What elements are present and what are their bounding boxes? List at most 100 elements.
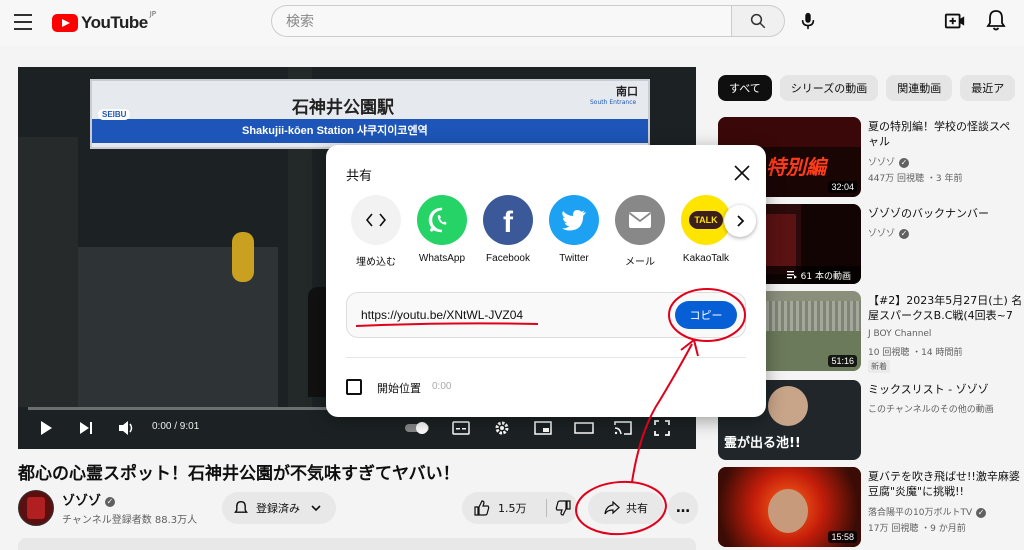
recommendation-channel[interactable]: ゾゾゾ bbox=[868, 229, 895, 239]
verified-icon: ✓ bbox=[976, 507, 987, 518]
share-targets-next-button[interactable] bbox=[724, 205, 756, 237]
notifications-button[interactable] bbox=[986, 9, 1010, 33]
miniplayer-button[interactable] bbox=[534, 415, 552, 441]
channel-avatar[interactable] bbox=[18, 490, 54, 526]
youtube-play-icon bbox=[52, 14, 78, 32]
share-url-box: https://youtu.be/XNtWL-JVZ04 コピー bbox=[346, 292, 746, 338]
settings-button[interactable] bbox=[494, 415, 510, 441]
chevron-right-icon bbox=[737, 215, 745, 227]
recommendation-channel[interactable]: 落合陽平の10万ボルトTV bbox=[868, 508, 972, 518]
video-duration: 15:58 bbox=[828, 531, 857, 543]
twitter-icon bbox=[549, 195, 599, 245]
share-target-twitter[interactable]: Twitter bbox=[544, 195, 604, 264]
search-icon bbox=[750, 13, 766, 29]
start-at-time[interactable]: 0:00 bbox=[432, 381, 451, 392]
recommendation-title[interactable]: ゾゾゾのバックナンバー bbox=[868, 206, 1024, 221]
play-icon bbox=[41, 421, 52, 435]
share-target-label: Facebook bbox=[486, 253, 530, 264]
close-button[interactable] bbox=[732, 163, 752, 183]
share-target-embed[interactable]: 埋め込む bbox=[346, 195, 406, 268]
recommendation-meta: 17万 回視聴 ・9 か月前 bbox=[868, 524, 966, 534]
recommendation-channel[interactable]: J BOY Channel bbox=[868, 329, 931, 339]
recommendation-title[interactable]: 【#2】2023年5月27日(土) 名屋スパークスB.C戦(4回表~7 bbox=[868, 293, 1024, 323]
recommendation-title[interactable]: ミックスリスト - ゾゾゾ bbox=[868, 382, 1024, 397]
subtitles-icon bbox=[452, 421, 470, 435]
youtube-logo[interactable]: YouTube JP bbox=[52, 10, 156, 34]
bell-icon bbox=[986, 10, 1006, 31]
chip-related[interactable]: 関連動画 bbox=[886, 75, 953, 101]
volume-button[interactable] bbox=[118, 415, 136, 441]
search-button[interactable] bbox=[731, 5, 785, 37]
chevron-down-icon bbox=[311, 505, 321, 512]
playlist-count-text: 61 本の動画 bbox=[800, 271, 851, 282]
share-arrow-icon bbox=[604, 501, 620, 515]
recommendation-thumbnail[interactable]: 15:58 bbox=[718, 467, 861, 547]
recommendation-item[interactable]: 15:58 夏バテを吹き飛ばせ!!激辛麻婆 豆腐"炎魔"に挑戦!! 落合陽平の10… bbox=[718, 467, 1024, 547]
description-box[interactable] bbox=[18, 538, 696, 550]
station-name-jp: 石神井公園駅 bbox=[292, 98, 394, 118]
subtitles-button[interactable] bbox=[452, 415, 470, 441]
station-name-en: Shakujii-kōen Station 샤쿠지이코엔역 bbox=[242, 125, 428, 137]
thumbnail-text: 霊が出る池!! bbox=[724, 436, 801, 451]
scene-sign-post bbox=[232, 232, 254, 282]
exit-name-en: South Entrance bbox=[590, 99, 637, 106]
share-divider bbox=[346, 357, 746, 358]
chip-recent[interactable]: 最近ア bbox=[960, 75, 1016, 101]
filter-chips: すべて シリーズの動画 関連動画 最近ア bbox=[718, 75, 1016, 101]
whatsapp-icon bbox=[417, 195, 467, 245]
fullscreen-icon bbox=[654, 420, 670, 436]
fullscreen-button[interactable] bbox=[654, 415, 670, 441]
start-at-checkbox[interactable] bbox=[346, 379, 362, 395]
chip-series[interactable]: シリーズの動画 bbox=[779, 75, 879, 101]
dislike-button[interactable] bbox=[548, 492, 578, 524]
start-at-label: 開始位置 bbox=[377, 382, 421, 395]
voice-search-button[interactable] bbox=[795, 8, 821, 34]
share-target-label: KakaoTalk bbox=[682, 253, 730, 264]
play-button[interactable] bbox=[38, 415, 54, 441]
copy-button[interactable]: コピー bbox=[675, 301, 737, 329]
more-actions-button[interactable]: … bbox=[668, 492, 698, 524]
theater-icon bbox=[574, 422, 594, 434]
create-button[interactable] bbox=[944, 10, 968, 34]
mail-icon bbox=[615, 195, 665, 245]
share-button[interactable]: 共有 bbox=[588, 492, 664, 524]
share-target-label: メール bbox=[625, 257, 655, 268]
like-divider bbox=[546, 499, 547, 517]
share-target-email[interactable]: メール bbox=[610, 195, 670, 268]
next-button[interactable] bbox=[78, 415, 94, 441]
like-button[interactable]: 1.5万 bbox=[462, 492, 546, 524]
share-target-whatsapp[interactable]: WhatsApp bbox=[412, 195, 472, 264]
title-line-1: 夏の特別編！学校の怪談スペ bbox=[868, 120, 1011, 133]
recommendation-meta: 447万 回視聴 ・3 年前 bbox=[868, 174, 963, 184]
logo-text: YouTube bbox=[81, 13, 148, 32]
recommendation-meta: 10 回視聴 ・14 時間前 bbox=[868, 348, 963, 358]
recommendation-title[interactable]: 夏の特別編！学校の怪談スペ ャル bbox=[868, 119, 1024, 149]
autoplay-toggle[interactable] bbox=[404, 415, 432, 441]
exit-name-jp: 南口 bbox=[616, 85, 638, 98]
masthead: YouTube JP bbox=[0, 0, 1024, 46]
verified-icon: ✓ bbox=[899, 157, 910, 168]
microphone-icon bbox=[801, 12, 815, 30]
theater-mode-button[interactable] bbox=[574, 415, 594, 441]
chip-all[interactable]: すべて bbox=[718, 75, 772, 101]
channel-name[interactable]: ゾゾゾ bbox=[62, 494, 101, 509]
search-input[interactable] bbox=[272, 6, 708, 38]
share-url[interactable]: https://youtu.be/XNtWL-JVZ04 bbox=[361, 308, 523, 322]
menu-icon[interactable] bbox=[14, 14, 32, 30]
bell-icon bbox=[234, 500, 248, 513]
recommendation-title[interactable]: 夏バテを吹き飛ばせ!!激辛麻婆 豆腐"炎魔"に挑戦!! bbox=[868, 469, 1024, 499]
gear-icon bbox=[495, 421, 509, 435]
channel-name-row[interactable]: ゾゾゾ ✓ bbox=[62, 490, 116, 509]
share-target-label: 埋め込む bbox=[356, 257, 396, 268]
recommendation-channel[interactable]: ゾゾゾ bbox=[868, 158, 895, 168]
share-target-facebook[interactable]: f Facebook bbox=[478, 195, 538, 264]
cast-button[interactable] bbox=[614, 415, 632, 441]
search-box bbox=[271, 5, 731, 38]
cast-icon bbox=[614, 421, 632, 435]
autoplay-toggle-icon bbox=[405, 422, 429, 434]
title-line-2: 豆腐"炎魔"に挑戦!! bbox=[868, 485, 964, 498]
recommendation-channel[interactable]: このチャンネルのその他の動画 bbox=[868, 402, 994, 415]
subscribed-button[interactable]: 登録済み bbox=[222, 492, 336, 524]
thumbnail-text: 特別編 bbox=[766, 155, 826, 179]
share-dialog: 共有 埋め込む WhatsApp f Facebook Twitter メール bbox=[326, 145, 766, 417]
